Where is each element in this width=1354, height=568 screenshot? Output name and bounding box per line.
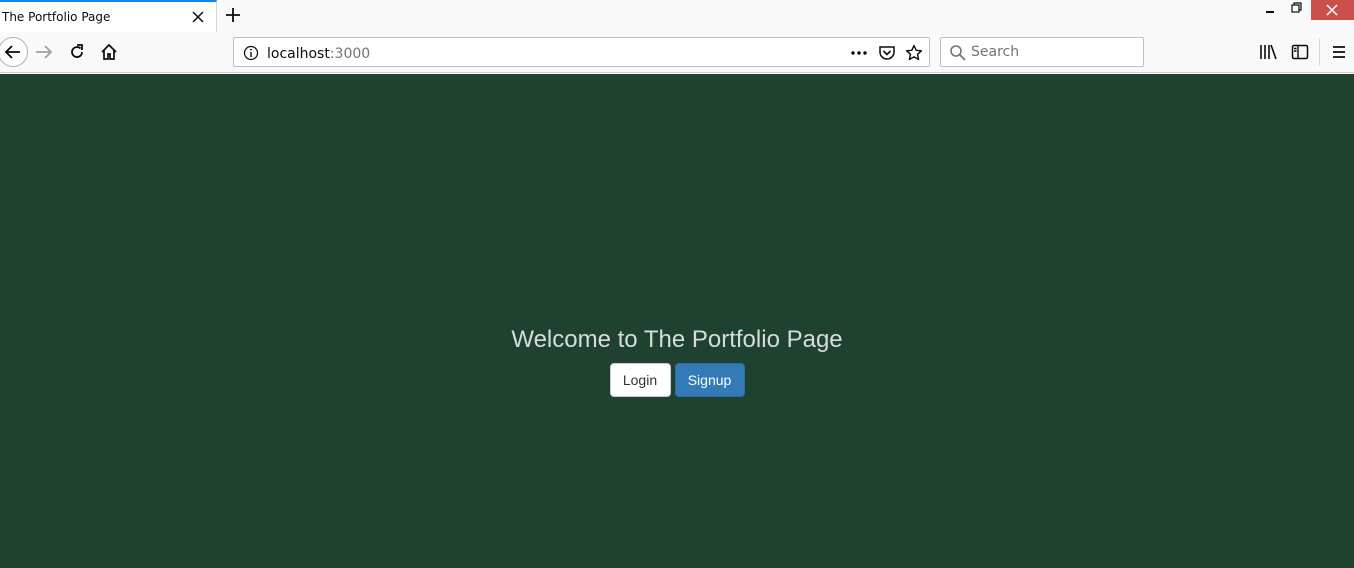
page-content: Welcome to The Portfolio Page Login Signu… xyxy=(0,74,1354,568)
forward-arrow-icon[interactable] xyxy=(34,42,54,62)
navigation-toolbar: localhost:3000 xyxy=(0,32,1354,73)
plus-icon[interactable] xyxy=(224,6,242,24)
reload-icon[interactable] xyxy=(67,42,87,62)
tab-strip: The Portfolio Page xyxy=(0,0,1354,32)
library-icon[interactable] xyxy=(1258,42,1278,62)
search-icon xyxy=(950,45,966,61)
back-arrow-icon xyxy=(4,45,20,59)
active-tab[interactable]: The Portfolio Page xyxy=(0,0,217,32)
close-icon xyxy=(1326,4,1338,16)
info-icon[interactable] xyxy=(243,45,259,61)
hamburger-menu-icon[interactable] xyxy=(1330,42,1348,62)
close-icon[interactable] xyxy=(190,9,206,25)
tab-title: The Portfolio Page xyxy=(2,10,111,24)
search-input[interactable] xyxy=(971,43,1136,61)
star-icon[interactable] xyxy=(905,44,923,62)
auth-buttons: Login Signup xyxy=(0,363,1354,397)
signup-button[interactable]: Signup xyxy=(674,363,745,397)
url-port: :3000 xyxy=(329,46,371,62)
login-button[interactable]: Login xyxy=(609,363,671,397)
toolbar-separator xyxy=(1319,38,1320,66)
pocket-icon[interactable] xyxy=(878,44,896,62)
minimize-icon[interactable] xyxy=(1262,2,1278,16)
url-text[interactable]: localhost:3000 xyxy=(267,46,370,62)
sidebar-icon[interactable] xyxy=(1290,42,1310,62)
url-host: localhost xyxy=(267,46,330,62)
search-bar[interactable] xyxy=(940,37,1144,67)
back-button[interactable] xyxy=(0,37,28,67)
url-bar[interactable]: localhost:3000 xyxy=(233,37,930,67)
home-icon[interactable] xyxy=(99,42,119,62)
restore-icon[interactable] xyxy=(1287,0,1305,16)
more-icon[interactable] xyxy=(850,45,868,61)
window-close-button[interactable] xyxy=(1311,0,1354,20)
page-title: Welcome to The Portfolio Page xyxy=(511,326,843,353)
